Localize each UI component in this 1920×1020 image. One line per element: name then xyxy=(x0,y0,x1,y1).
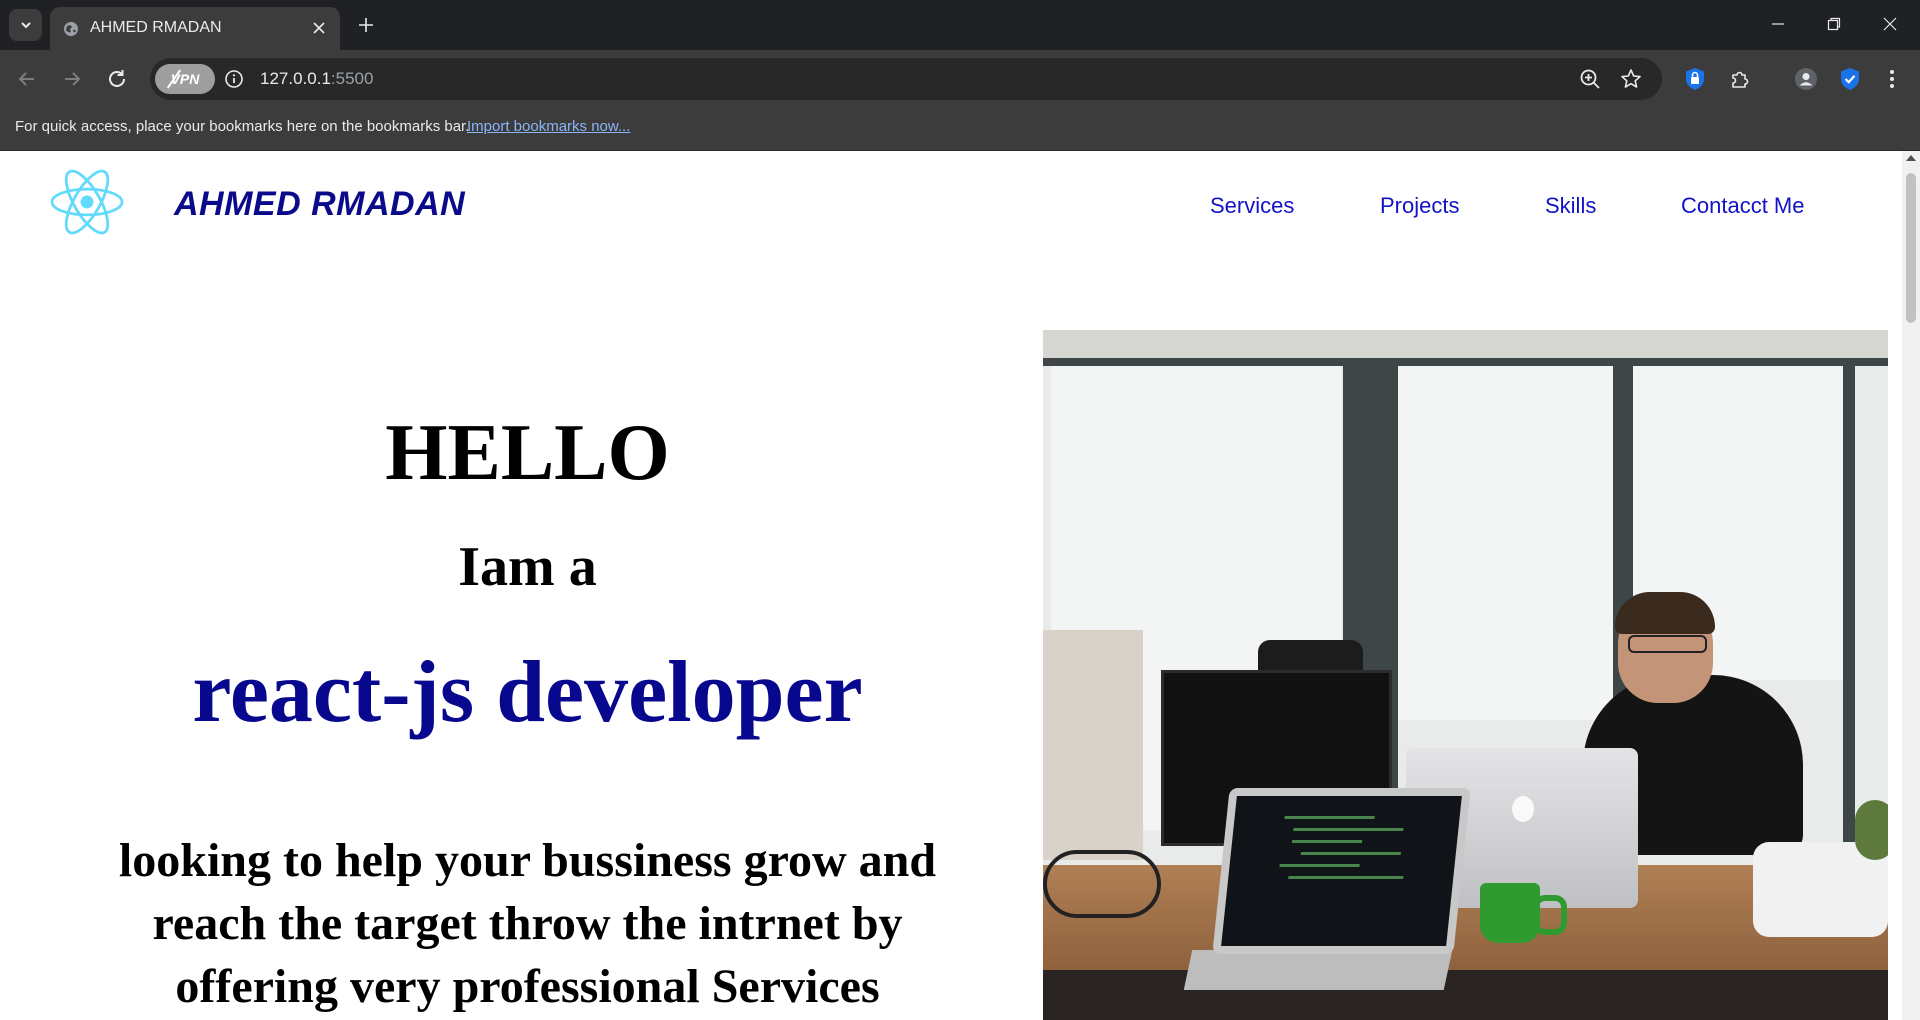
person-icon xyxy=(1795,68,1817,90)
close-icon xyxy=(313,22,325,34)
nav-link-skills[interactable]: Skills xyxy=(1545,193,1596,219)
password-manager-extension[interactable] xyxy=(1681,65,1709,93)
restore-button[interactable] xyxy=(1806,0,1862,48)
security-extension[interactable] xyxy=(1836,65,1864,93)
photo-person-glasses xyxy=(1628,635,1707,653)
url-host: 127.0.0.1 xyxy=(260,69,331,88)
nav-link-projects[interactable]: Projects xyxy=(1380,193,1459,219)
bookmarks-hint: For quick access, place your bookmarks h… xyxy=(15,118,470,135)
zoom-button[interactable] xyxy=(1578,67,1602,91)
apple-logo-icon xyxy=(1512,796,1534,822)
minimize-button[interactable] xyxy=(1750,0,1806,48)
tab-search-button[interactable] xyxy=(9,9,42,41)
kebab-menu-icon xyxy=(1890,70,1894,88)
reload-button[interactable] xyxy=(101,63,133,95)
tab-title: AHMED RMADAN xyxy=(90,19,222,36)
extensions-button[interactable] xyxy=(1726,65,1754,93)
shield-check-icon xyxy=(1841,68,1859,90)
scroll-up-icon[interactable] xyxy=(1906,155,1916,161)
photo-wall xyxy=(1043,630,1143,860)
url-text[interactable]: 127.0.0.1:5500 xyxy=(260,69,373,89)
photo-code-line xyxy=(1279,864,1360,867)
hero-greeting: HELLO xyxy=(385,409,670,497)
page-scrollbar[interactable] xyxy=(1902,151,1920,1020)
photo-code-line xyxy=(1300,852,1401,855)
arrow-left-icon xyxy=(18,72,34,86)
arrow-right-icon xyxy=(65,72,81,86)
photo-ceiling xyxy=(1043,330,1888,358)
bookmark-star-button[interactable] xyxy=(1619,67,1643,91)
hero-pitch: looking to help your bussiness grow and … xyxy=(20,829,1035,1018)
hero-pitch-line: looking to help your bussiness grow and xyxy=(118,834,937,887)
chevron-down-icon xyxy=(20,22,31,29)
photo-person-hair xyxy=(1615,592,1715,634)
photo-desk-mat xyxy=(1043,970,1888,1020)
browser-toolbar: VPN 127.0.0.1:5500 xyxy=(0,50,1920,108)
forward-button[interactable] xyxy=(56,63,88,95)
photo-laptop-base xyxy=(1183,950,1453,990)
photo-window xyxy=(1398,360,1613,720)
photo-code-line xyxy=(1291,840,1363,843)
tab-strip: AHMED RMADAN xyxy=(0,0,1920,50)
photo-window-frame xyxy=(1843,358,1855,868)
page-viewport: AHMED RMADAN Services Projects Skills Co… xyxy=(0,151,1920,1020)
minimize-icon xyxy=(1772,23,1784,25)
active-tab[interactable]: AHMED RMADAN xyxy=(50,7,340,50)
window-close-button[interactable] xyxy=(1862,0,1918,48)
photo-mug-handle xyxy=(1533,895,1567,935)
hero-pitch-line: offering very professional Services xyxy=(175,960,880,1013)
photo-window-frame xyxy=(1043,358,1888,366)
restore-icon xyxy=(1827,17,1841,31)
close-icon xyxy=(1883,17,1897,31)
hero-role: react-js developer xyxy=(192,644,863,741)
tab-close-button[interactable] xyxy=(308,17,330,39)
site-info-button[interactable] xyxy=(222,67,246,91)
reload-icon xyxy=(109,70,125,87)
globe-icon xyxy=(64,22,78,36)
url-port: :5500 xyxy=(330,69,374,88)
new-tab-button[interactable] xyxy=(352,11,380,39)
plus-icon xyxy=(359,18,373,32)
photo-laptop-screen xyxy=(1212,788,1471,954)
hero-pitch-line: reach the target throw the intrnet by xyxy=(152,897,903,950)
photo-code-line xyxy=(1293,828,1404,831)
photo-mug xyxy=(1480,883,1540,943)
nav-link-contact[interactable]: Contacct Me xyxy=(1681,193,1805,219)
bookmarks-bar: For quick access, place your bookmarks h… xyxy=(0,108,1920,151)
back-button[interactable] xyxy=(11,63,43,95)
site-brand[interactable]: AHMED RMADAN xyxy=(174,185,465,224)
photo-plant xyxy=(1855,800,1888,860)
hero-photo xyxy=(1043,330,1888,1020)
photo-code-line xyxy=(1288,876,1404,879)
nav-link-services[interactable]: Services xyxy=(1210,193,1294,219)
browser-menu-button[interactable] xyxy=(1878,65,1906,93)
photo-code-line xyxy=(1284,816,1375,819)
import-bookmarks-link[interactable]: Import bookmarks now... xyxy=(467,118,630,135)
vpn-badge[interactable]: VPN xyxy=(155,64,215,94)
react-logo-icon[interactable] xyxy=(48,167,126,237)
photo-cable xyxy=(1043,850,1161,918)
star-icon xyxy=(1621,69,1641,88)
profile-button[interactable] xyxy=(1792,65,1820,93)
puzzle-icon xyxy=(1732,71,1749,88)
hero-intro: Iam a xyxy=(458,536,597,598)
address-bar[interactable]: VPN 127.0.0.1:5500 xyxy=(150,58,1662,100)
lock-icon xyxy=(1686,68,1704,90)
scrollbar-thumb[interactable] xyxy=(1906,173,1916,323)
info-icon xyxy=(225,70,243,88)
zoom-in-icon xyxy=(1580,69,1600,89)
